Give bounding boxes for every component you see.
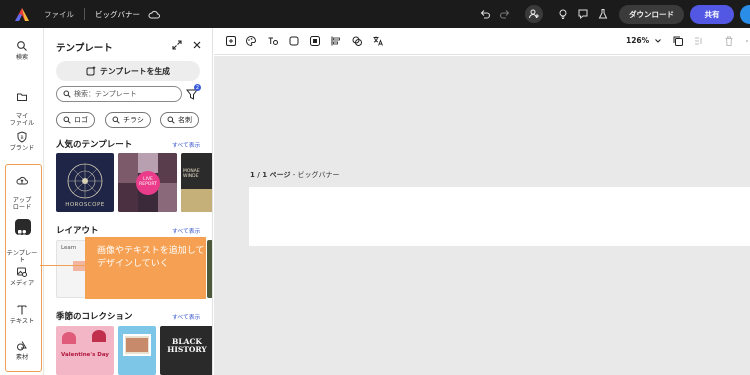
section-title-seasonal: 季節のコレクション [56, 312, 133, 322]
page-label: 1 / 1 ページ - ビッグバナー [250, 171, 340, 179]
canvas-toolbar: 126% [214, 28, 750, 55]
chip-flyer[interactable]: チラシ [105, 112, 151, 128]
rail-label: マイ ファイル [9, 112, 35, 128]
flask-icon[interactable] [593, 0, 613, 28]
template-thumb-horoscope[interactable]: HOROSCOPE [56, 153, 114, 212]
folder-icon [17, 93, 27, 102]
callout-text: 画像やテキストを追加してデザインしていく [97, 246, 205, 270]
trash-icon[interactable] [723, 35, 735, 47]
image-adjust-icon[interactable] [225, 35, 237, 47]
page-number: 1 / 1 ページ [250, 171, 291, 179]
rail-label: 検索 [15, 54, 29, 61]
frame-icon[interactable] [309, 35, 321, 47]
svg-text:B: B [20, 135, 23, 141]
chevron-down-icon[interactable] [654, 37, 662, 45]
search-placeholder: 検索：テンプレート [74, 90, 137, 98]
thumb-text: HOROSCOPE [65, 202, 105, 208]
lightbulb-icon[interactable] [553, 0, 573, 28]
download-button[interactable]: ダウンロード [619, 4, 684, 24]
add-user-icon[interactable] [525, 5, 543, 23]
generate-label: テンプレートを生成 [100, 66, 170, 76]
translate-icon[interactable] [372, 35, 384, 47]
animation-icon[interactable] [351, 35, 363, 47]
rail-item-brand[interactable]: B ブランド [0, 131, 44, 152]
text-style-icon[interactable] [267, 35, 279, 47]
rail-item-search[interactable]: 検索 [0, 40, 44, 61]
template-thumb-layout-2[interactable] [207, 240, 212, 298]
rail-label: ブランド [9, 145, 35, 152]
close-icon[interactable] [191, 39, 203, 51]
cloud-icon[interactable] [148, 8, 160, 20]
align-icon[interactable] [330, 35, 342, 47]
redo-icon[interactable] [495, 0, 515, 28]
undo-icon[interactable] [475, 0, 495, 28]
filter-count-badge: 2 [194, 84, 201, 91]
palette-icon[interactable] [245, 35, 257, 47]
share-button[interactable]: 共有 [690, 4, 734, 24]
generate-template-button[interactable]: テンプレートを生成 [56, 61, 200, 81]
divider [84, 8, 85, 20]
section-title-layout: レイアウト [56, 226, 99, 236]
thumb-text: Valentine's Day [61, 352, 109, 358]
search-icon [63, 90, 71, 98]
more-icon[interactable] [741, 35, 750, 47]
thumb-text: MONAE WINDE [183, 169, 200, 180]
template-thumb-monae[interactable]: MONAE WINDE [181, 153, 212, 212]
canvas-area: 1 / 1 ページ - ビッグバナー [214, 56, 750, 375]
avatar[interactable] [740, 4, 750, 24]
panel-title: テンプレート [56, 43, 113, 54]
chip-label: チラシ [123, 116, 144, 124]
search-icon [167, 116, 175, 124]
chip-label: ロゴ [74, 116, 88, 124]
rail-item-myfiles[interactable]: マイ ファイル [0, 84, 44, 128]
search-icon [63, 116, 71, 124]
chip-logo[interactable]: ロゴ [56, 112, 95, 128]
section-title-popular: 人気のテンプレート [56, 140, 133, 150]
document-title[interactable]: ビッグバナー [95, 9, 140, 20]
callout-annotation: 画像やテキストを追加してデザインしていく [85, 237, 206, 299]
chip-business-card[interactable]: 名刺 [160, 112, 199, 128]
zoom-level[interactable]: 126% [626, 36, 649, 45]
chip-label: 名刺 [178, 116, 192, 124]
callout-connector [40, 265, 86, 266]
see-all-layout-link[interactable]: すべて表示 [172, 226, 200, 235]
template-thumb-summer[interactable] [118, 326, 156, 375]
generate-icon [86, 66, 96, 76]
search-icon [112, 116, 120, 124]
see-all-popular-link[interactable]: すべて表示 [172, 140, 200, 149]
comment-icon[interactable] [573, 0, 593, 28]
brand-shield-icon: B [17, 131, 27, 143]
thumb-text: Learn [61, 245, 77, 251]
thumb-text: BLACK HISTORY [167, 337, 207, 355]
see-all-seasonal-link[interactable]: すべて表示 [172, 312, 200, 321]
expand-icon[interactable] [171, 39, 183, 51]
template-thumb-black-history[interactable]: BLACK HISTORY [160, 326, 212, 375]
highlight-frame [5, 164, 42, 372]
thumb-text: LIVE REPORT [139, 177, 157, 187]
template-thumb-live-report[interactable]: LIVE REPORT [118, 153, 177, 212]
duplicate-icon[interactable] [672, 35, 684, 47]
top-bar: ファイル ビッグバナー ダウンロード 共有 [0, 0, 750, 28]
design-page[interactable] [249, 187, 750, 246]
adobe-express-logo-icon[interactable] [0, 0, 44, 28]
file-menu[interactable]: ファイル [44, 9, 74, 20]
shape-icon[interactable] [288, 35, 300, 47]
templates-panel: テンプレート テンプレートを生成 検索：テンプレート 2 ロゴ チラシ 名刺 人… [45, 28, 213, 375]
page-name[interactable]: ビッグバナー [297, 171, 339, 179]
layers-icon[interactable] [693, 35, 705, 47]
template-search-input[interactable]: 検索：テンプレート [56, 86, 182, 102]
template-thumb-valentines[interactable]: Valentine's Day [56, 326, 114, 375]
search-icon [17, 41, 27, 51]
